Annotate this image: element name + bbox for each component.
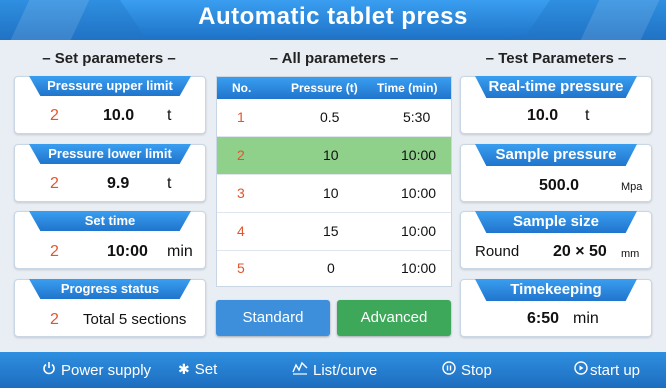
- power-supply-button[interactable]: Power supply: [42, 361, 151, 379]
- section-all-heading: – All parameters –: [269, 50, 399, 67]
- row-no: 1: [237, 109, 245, 125]
- card-label: Progress status: [29, 279, 191, 299]
- card-index: 2: [50, 107, 59, 124]
- card-index: 2: [50, 311, 59, 328]
- table-row[interactable]: 5 0 10:00: [217, 250, 451, 288]
- row-no: 5: [237, 260, 245, 276]
- card-value: 10.0: [527, 107, 559, 124]
- column-header-time: Time (min): [377, 81, 438, 95]
- column-header-no: No.: [232, 81, 252, 95]
- real-time-pressure-card: Real-time pressure 10.0 t: [460, 76, 652, 134]
- card-unit: t: [585, 107, 590, 124]
- card-label: Sample pressure: [475, 144, 637, 166]
- sample-pressure-card[interactable]: Sample pressure 500.0 Mpa: [460, 144, 652, 202]
- card-index: 2: [50, 175, 59, 192]
- row-pressure: 15: [323, 223, 339, 239]
- row-pressure: 0.5: [320, 109, 340, 125]
- card-value[interactable]: 10.0: [103, 107, 134, 125]
- row-pressure: 10: [323, 185, 339, 201]
- row-time: 10:00: [401, 260, 437, 276]
- card-value[interactable]: 9.9: [107, 175, 129, 193]
- sample-size-card[interactable]: Sample size Round 20 × 50 mm: [460, 211, 652, 269]
- row-no: 2: [237, 147, 245, 163]
- card-index: 2: [50, 243, 59, 260]
- column-header-pressure: Pressure (t): [291, 81, 358, 95]
- title-bar: Automatic tablet press: [0, 0, 666, 40]
- power-supply-label: Power supply: [61, 362, 152, 379]
- card-value[interactable]: 500.0: [539, 177, 579, 195]
- list-curve-label: List/curve: [313, 362, 378, 379]
- set-time-card[interactable]: Set time 2 10:00 min: [14, 211, 206, 269]
- stop-icon: [442, 361, 456, 378]
- card-label: Set time: [29, 211, 191, 231]
- table-row[interactable]: 1 0.5 5:30: [217, 99, 451, 137]
- card-unit: min: [573, 310, 599, 327]
- row-time: 10:00: [401, 147, 437, 163]
- start-up-button[interactable]: start up: [574, 361, 640, 379]
- section-test-heading: – Test Parameters –: [485, 50, 627, 67]
- table-row[interactable]: 3 10 10:00: [217, 175, 451, 213]
- table-row-selected[interactable]: 2 10 10:00: [217, 137, 451, 175]
- section-set-label: Set parameters: [54, 50, 164, 67]
- card-unit: t: [167, 107, 172, 124]
- card-unit: Mpa: [621, 181, 643, 193]
- card-unit: t: [167, 175, 172, 192]
- parameters-table: No. Pressure (t) Time (min) 1 0.5 5:30 2…: [216, 76, 452, 287]
- play-icon: [574, 361, 588, 378]
- list-curve-button[interactable]: List/curve: [292, 361, 377, 379]
- row-no: 3: [237, 185, 245, 201]
- table-row[interactable]: 4 15 10:00: [217, 213, 451, 251]
- section-set-heading: – Set parameters –: [42, 50, 176, 67]
- card-label: Pressure lower limit: [29, 144, 191, 164]
- standard-button[interactable]: Standard: [216, 300, 330, 336]
- pressure-upper-card[interactable]: Pressure upper limit 2 10.0 t: [14, 76, 206, 134]
- advanced-button[interactable]: Advanced: [337, 300, 451, 336]
- section-all-label: All parameters: [281, 50, 386, 67]
- card-label: Real-time pressure: [475, 76, 637, 98]
- row-no: 4: [237, 223, 245, 239]
- timekeeping-card: Timekeeping 6:50 min: [460, 279, 652, 337]
- stop-button[interactable]: Stop: [442, 361, 492, 379]
- footer-bar: Power supply ✱ Set List/curve Stop start …: [0, 352, 666, 388]
- power-icon: [42, 361, 56, 378]
- card-unit: mm: [621, 248, 640, 260]
- page-title: Automatic tablet press: [198, 3, 468, 30]
- set-button[interactable]: ✱ Set: [178, 361, 217, 378]
- row-pressure: 0: [327, 260, 335, 276]
- section-test-label: Test Parameters: [498, 50, 614, 67]
- row-time: 10:00: [401, 223, 437, 239]
- row-pressure: 10: [323, 147, 339, 163]
- card-value[interactable]: 10:00: [107, 243, 148, 261]
- card-label: Sample size: [475, 211, 637, 233]
- sample-shape[interactable]: Round: [475, 243, 519, 260]
- gear-icon: ✱: [178, 361, 190, 377]
- progress-status-card: Progress status 2 Total 5 sections: [14, 279, 206, 337]
- list-curve-icon: [292, 361, 308, 378]
- stop-label: Stop: [461, 362, 492, 379]
- card-value: 6:50: [527, 310, 560, 327]
- set-label: Set: [194, 361, 218, 378]
- start-up-label: start up: [590, 362, 641, 379]
- row-time: 5:30: [403, 109, 431, 125]
- row-time: 10:00: [401, 185, 437, 201]
- card-label: Timekeeping: [475, 279, 637, 301]
- card-value[interactable]: 20 × 50: [553, 243, 607, 261]
- card-label: Pressure upper limit: [29, 76, 191, 96]
- card-unit: min: [167, 243, 193, 260]
- pressure-lower-card[interactable]: Pressure lower limit 2 9.9 t: [14, 144, 206, 202]
- table-header: No. Pressure (t) Time (min): [217, 77, 451, 99]
- card-value: Total 5 sections: [83, 311, 187, 328]
